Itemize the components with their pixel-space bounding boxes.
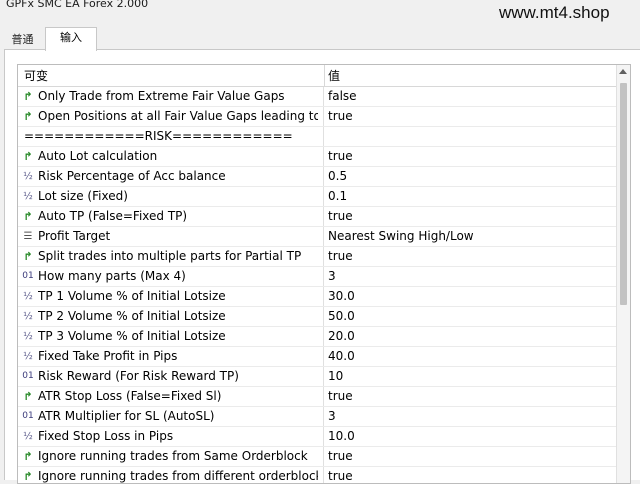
param-row[interactable]: ↱ Ignore running trades from Same Orderbl… <box>18 447 616 467</box>
bool-arrow-icon: ↱ <box>23 210 33 223</box>
param-name: Profit Target <box>38 229 111 243</box>
param-name: Risk Reward (For Risk Reward TP) <box>38 369 239 383</box>
param-value[interactable]: 3 <box>323 267 613 286</box>
param-row[interactable]: ½ TP 1 Volume % of Initial Lotsize 30.0 <box>18 287 616 307</box>
watermark: www.mt4.shop <box>499 3 610 22</box>
param-name: ATR Stop Loss (False=Fixed Sl) <box>38 389 222 403</box>
double-icon: ½ <box>23 191 33 202</box>
param-name: Only Trade from Extreme Fair Value Gaps <box>38 89 285 103</box>
bool-arrow-icon: ↱ <box>23 90 33 103</box>
param-row[interactable]: ↱ Auto Lot calculation true <box>18 147 616 167</box>
param-row[interactable]: ↱ Ignore running trades from different or… <box>18 467 616 483</box>
param-name: Fixed Take Profit in Pips <box>38 349 178 363</box>
bool-arrow-icon: ↱ <box>23 470 33 483</box>
double-icon: ½ <box>23 171 33 182</box>
param-name: Split trades into multiple parts for Par… <box>38 249 302 263</box>
param-value[interactable]: false <box>323 87 613 106</box>
param-name: TP 2 Volume % of Initial Lotsize <box>38 309 226 323</box>
param-row[interactable]: ½ Lot size (Fixed) 0.1 <box>18 187 616 207</box>
param-row[interactable]: ½ TP 2 Volume % of Initial Lotsize 50.0 <box>18 307 616 327</box>
param-name: Lot size (Fixed) <box>38 189 128 203</box>
param-name: ATR Multiplier for SL (AutoSL) <box>38 409 215 423</box>
param-value[interactable]: 10 <box>323 367 613 386</box>
param-row[interactable]: ↱ Auto TP (False=Fixed TP) true <box>18 207 616 227</box>
param-value[interactable]: 30.0 <box>323 287 613 306</box>
scroll-thumb[interactable] <box>620 83 627 305</box>
enum-icon: ☰ <box>23 231 33 242</box>
param-row[interactable]: ½ Fixed Take Profit in Pips 40.0 <box>18 347 616 367</box>
param-value[interactable]: 10.0 <box>323 427 613 446</box>
bool-arrow-icon: ↱ <box>23 390 33 403</box>
grid-header: 可变 值 <box>18 65 616 87</box>
scroll-up-arrow-icon[interactable] <box>619 69 627 74</box>
vertical-scrollbar[interactable] <box>616 65 630 483</box>
param-value[interactable]: true <box>323 147 613 166</box>
tab-common[interactable]: 普通 <box>4 30 41 51</box>
param-name: TP 3 Volume % of Initial Lotsize <box>38 329 226 343</box>
param-row[interactable]: ½ Fixed Stop Loss in Pips 10.0 <box>18 427 616 447</box>
param-value[interactable]: true <box>323 207 613 226</box>
tab-inputs[interactable]: 输入 <box>45 27 97 51</box>
int-icon: 01 <box>22 271 34 281</box>
int-icon: 01 <box>22 411 34 421</box>
bool-arrow-icon: ↱ <box>23 250 33 263</box>
param-value[interactable]: 40.0 <box>323 347 613 366</box>
bool-arrow-icon: ↱ <box>23 450 33 463</box>
grid-rows: ↱ Only Trade from Extreme Fair Value Gaps… <box>18 87 616 483</box>
inputs-panel: 可变 值 ↱ Only Trade from Extreme Fair Value… <box>4 49 640 484</box>
param-name: Auto TP (False=Fixed TP) <box>38 209 188 223</box>
tab-bar: 普通 输入 <box>0 26 640 51</box>
param-row[interactable]: 01 How many parts (Max 4) 3 <box>18 267 616 287</box>
int-icon: 01 <box>22 371 34 381</box>
param-row[interactable]: ½ Risk Percentage of Acc balance 0.5 <box>18 167 616 187</box>
param-name: ============RISK============ <box>24 129 293 143</box>
param-row[interactable]: ½ TP 3 Volume % of Initial Lotsize 20.0 <box>18 327 616 347</box>
param-value[interactable] <box>323 127 613 146</box>
param-value[interactable]: true <box>323 447 613 466</box>
param-value[interactable]: Nearest Swing High/Low <box>323 227 613 246</box>
param-name: TP 1 Volume % of Initial Lotsize <box>38 289 226 303</box>
param-name: Auto Lot calculation <box>38 149 158 163</box>
param-value[interactable]: true <box>323 247 613 266</box>
param-value[interactable]: true <box>323 107 613 126</box>
param-row[interactable]: ☰ Profit Target Nearest Swing High/Low <box>18 227 616 247</box>
inputs-grid: 可变 值 ↱ Only Trade from Extreme Fair Value… <box>17 64 631 484</box>
double-icon: ½ <box>23 351 33 362</box>
param-row[interactable]: 01 Risk Reward (For Risk Reward TP) 10 <box>18 367 616 387</box>
param-name: Ignore running trades from different ord… <box>38 469 318 483</box>
param-value[interactable]: true <box>323 467 613 483</box>
bool-arrow-icon: ↱ <box>23 150 33 163</box>
param-value[interactable]: true <box>323 387 613 406</box>
param-name: How many parts (Max 4) <box>38 269 186 283</box>
param-name: Risk Percentage of Acc balance <box>38 169 226 183</box>
param-name: Open Positions at all Fair Value Gaps le… <box>38 109 318 123</box>
double-icon: ½ <box>23 291 33 302</box>
double-icon: ½ <box>23 311 33 322</box>
column-header-value[interactable]: 值 <box>324 65 340 87</box>
param-value[interactable]: 50.0 <box>323 307 613 326</box>
window-title: GPFx SMC EA Forex 2.000 <box>6 0 149 10</box>
param-value[interactable]: 20.0 <box>323 327 613 346</box>
param-row[interactable]: ============RISK============ <box>18 127 616 147</box>
param-row[interactable]: 01 ATR Multiplier for SL (AutoSL) 3 <box>18 407 616 427</box>
double-icon: ½ <box>23 431 33 442</box>
param-row[interactable]: ↱ Open Positions at all Fair Value Gaps l… <box>18 107 616 127</box>
param-row[interactable]: ↱ Split trades into multiple parts for Pa… <box>18 247 616 267</box>
column-header-variable[interactable]: 可变 <box>24 65 48 87</box>
param-value[interactable]: 0.5 <box>323 167 613 186</box>
param-row[interactable]: ↱ ATR Stop Loss (False=Fixed Sl) true <box>18 387 616 407</box>
double-icon: ½ <box>23 331 33 342</box>
param-value[interactable]: 3 <box>323 407 613 426</box>
param-name: Ignore running trades from Same Orderblo… <box>38 449 308 463</box>
param-value[interactable]: 0.1 <box>323 187 613 206</box>
param-name: Fixed Stop Loss in Pips <box>38 429 174 443</box>
bool-arrow-icon: ↱ <box>23 110 33 123</box>
param-row[interactable]: ↱ Only Trade from Extreme Fair Value Gaps… <box>18 87 616 107</box>
